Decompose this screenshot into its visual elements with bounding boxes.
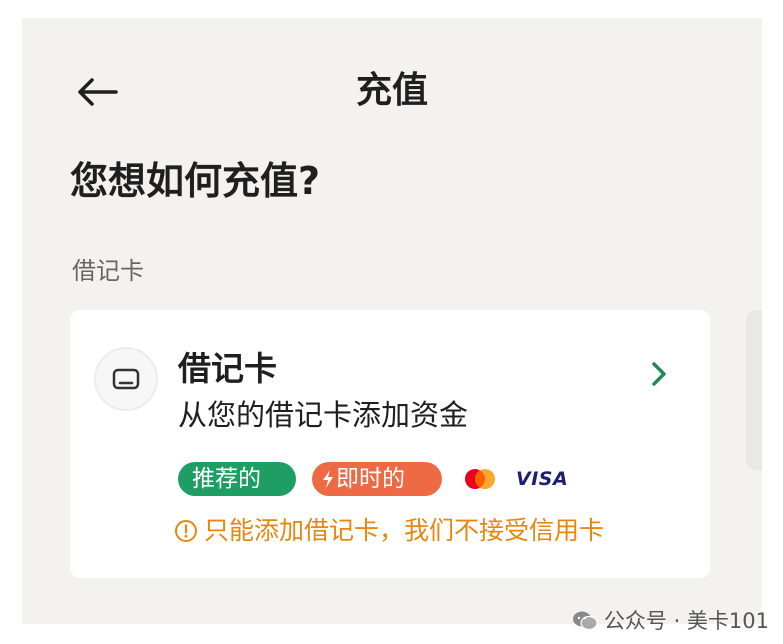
wechat-icon [572,611,598,631]
recharge-question-heading: 您想如何充值? [70,159,321,203]
lightning-icon [323,470,333,488]
visa-logo: VISA [516,468,569,490]
card-icon [94,347,158,411]
card-title: 借记卡 [178,349,277,388]
section-label-debit-card: 借记卡 [72,257,144,285]
recommended-badge-label: 推荐的 [192,466,261,492]
watermark-text: 公众号 · 美卡101 [603,609,769,633]
next-card-edge [746,310,762,470]
page-title: 充值 [355,70,428,111]
card-subtitle: 从您的借记卡添加资金 [178,398,469,432]
info-circle-icon [175,520,197,542]
instant-badge: 即时的 [312,462,442,496]
debit-card-option[interactable]: 借记卡 从您的借记卡添加资金 推荐的 即时的 VISA 只能添加借记卡，我们不接… [70,310,710,578]
warning-text: 只能添加借记卡，我们不接受信用卡 [204,516,605,545]
watermark: 公众号 · 美卡101 [572,606,769,636]
debit-only-warning: 只能添加借记卡，我们不接受信用卡 [174,514,604,548]
mastercard-logo [465,469,495,489]
instant-badge-label: 即时的 [336,466,405,492]
chevron-right-icon [644,354,674,394]
recharge-screen: 充值 您想如何充值? 借记卡 借记卡 从您的借记卡添加资金 推荐的 即时的 VI… [22,18,762,624]
recommended-badge: 推荐的 [178,462,296,496]
